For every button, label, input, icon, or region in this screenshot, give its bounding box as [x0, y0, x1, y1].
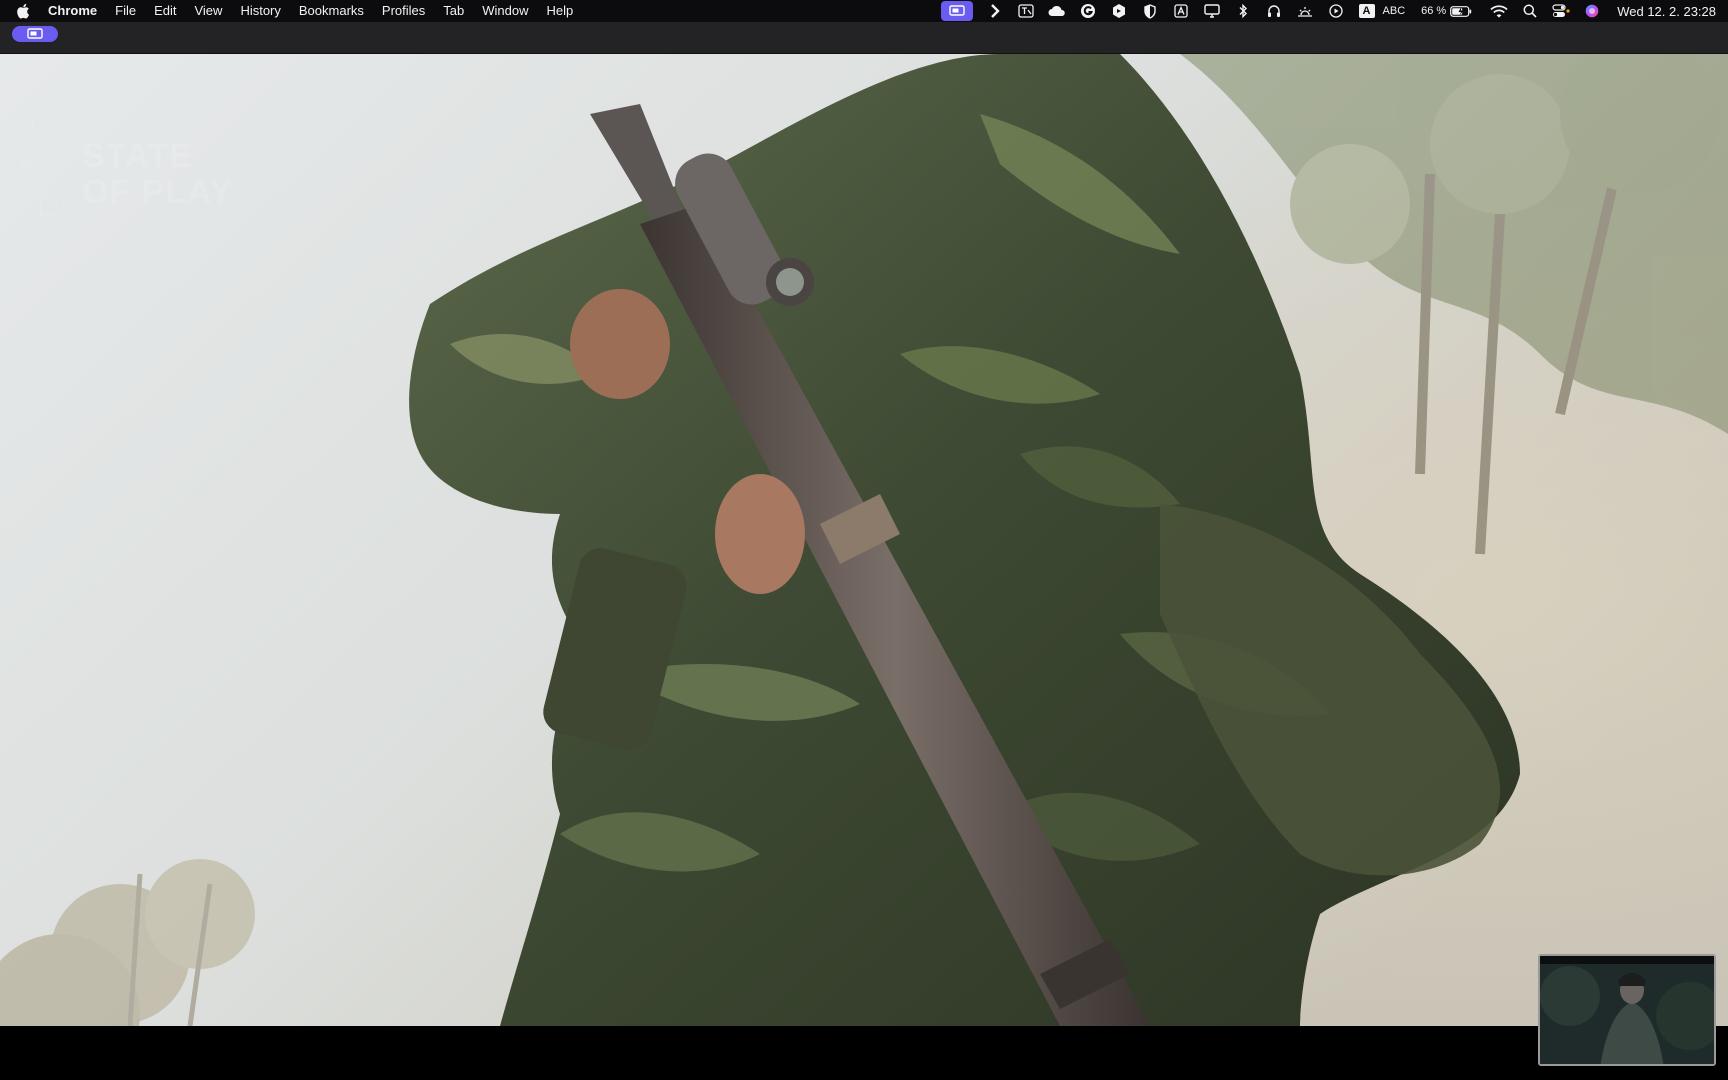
bluetooth-icon[interactable]: [1232, 0, 1254, 22]
input-source-label[interactable]: ABC: [1383, 5, 1406, 17]
menu-edit[interactable]: Edit: [154, 0, 176, 22]
menu-window[interactable]: Window: [482, 0, 528, 22]
video-bottom-letterbox: [0, 1026, 1728, 1080]
siri-icon[interactable]: [1581, 0, 1603, 22]
watermark-triangle-icon: △: [16, 66, 33, 91]
watermark-circle-icon: ○: [16, 110, 36, 135]
watermark-line-1: STATE: [82, 137, 194, 175]
watermark-line-2: OF PLAY: [82, 173, 234, 211]
picture-in-picture-preview[interactable]: [1538, 954, 1716, 1066]
video-frame: [0, 54, 1728, 1026]
apple-icon[interactable]: [16, 3, 32, 19]
grammarly-icon[interactable]: [1077, 0, 1099, 22]
menu-help[interactable]: Help: [547, 0, 574, 22]
watermark-square-icon: □: [38, 194, 59, 219]
display-icon[interactable]: [1201, 0, 1223, 22]
input-source-icon[interactable]: A: [1358, 4, 1375, 18]
menu-app-name[interactable]: Chrome: [48, 0, 97, 22]
shield-icon[interactable]: [1139, 0, 1161, 22]
menu-bar: Chrome File Edit View History Bookmarks …: [0, 0, 1728, 22]
video-player[interactable]: STATE OF PLAY △ ○ ✕ □: [0, 54, 1728, 1026]
stream-watermark: STATE OF PLAY: [82, 138, 233, 210]
preview-thumbnail: [1540, 956, 1714, 1064]
hexagon-app-icon[interactable]: [1108, 0, 1130, 22]
battery-percent[interactable]: 66 %: [1421, 5, 1446, 17]
menu-bookmarks[interactable]: Bookmarks: [299, 0, 364, 22]
play-circle-icon[interactable]: [1325, 0, 1347, 22]
browser-toolbar-strip: [0, 22, 1728, 54]
cloud-icon[interactable]: [1046, 0, 1068, 22]
watermark-cross-icon: ✕: [16, 154, 35, 179]
menubar-clock[interactable]: Wed 12. 2. 23:28: [1617, 4, 1716, 19]
menu-profiles[interactable]: Profiles: [382, 0, 425, 22]
screen-share-icon: [27, 28, 43, 39]
text-a-box-icon[interactable]: [1170, 0, 1192, 22]
menu-file[interactable]: File: [115, 0, 136, 22]
tab-sharing-indicator-button[interactable]: [12, 26, 58, 42]
screen-share-icon[interactable]: [940, 1, 973, 21]
menu-view[interactable]: View: [194, 0, 222, 22]
translate-icon[interactable]: [1015, 0, 1037, 22]
brightness-icon[interactable]: [1294, 0, 1316, 22]
menu-tab[interactable]: Tab: [443, 0, 464, 22]
wifi-icon[interactable]: [1488, 0, 1510, 22]
chevron-right-icon[interactable]: [984, 0, 1006, 22]
battery-icon[interactable]: [1450, 0, 1472, 22]
headphones-icon[interactable]: [1263, 0, 1285, 22]
menu-history[interactable]: History: [240, 0, 280, 22]
control-center-icon[interactable]: [1550, 0, 1572, 22]
search-icon[interactable]: [1519, 0, 1541, 22]
